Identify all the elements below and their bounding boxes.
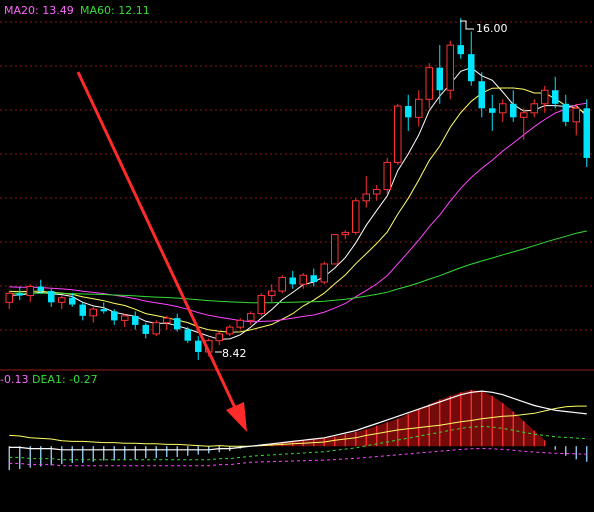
candle-body-up	[257, 295, 266, 315]
candle-body-up	[162, 317, 171, 324]
candle-body-down	[173, 318, 181, 330]
low-annotation: 8.42	[215, 347, 247, 360]
candle-body-down	[404, 106, 412, 118]
stock-chart: MA20: 13.49 MA60: 12.11 16.00 8.42 -0.13…	[0, 4, 594, 471]
candle-body-up	[519, 112, 528, 118]
candle-body-down	[457, 45, 465, 55]
candle-body-down	[509, 103, 517, 118]
candle-body-up	[330, 234, 339, 265]
candle-body-down	[68, 297, 76, 305]
high-label: 16.00	[476, 22, 508, 35]
low-label: 8.42	[222, 347, 247, 360]
candle-body-up	[530, 103, 539, 114]
candle-body-up	[540, 89, 549, 105]
ma10-line	[9, 87, 588, 333]
candle-body-down	[478, 81, 486, 109]
ma-dashed-magenta	[9, 447, 587, 467]
candles	[5, 18, 591, 361]
candle-body-up	[299, 274, 308, 285]
candle-body-down	[289, 277, 297, 285]
high-annotation: 16.00	[460, 20, 508, 35]
candle-body-up	[372, 189, 381, 195]
candle-body-down	[47, 291, 55, 303]
candle-body-up	[446, 44, 455, 91]
candle-body-down	[488, 108, 496, 113]
legend-ma60: MA60: 12.11	[80, 4, 150, 17]
candle-body-down	[100, 309, 108, 312]
candle-body-up	[152, 322, 161, 335]
candle-body-up	[341, 231, 350, 236]
main-legend: MA20: 13.49 MA60: 12.11	[4, 4, 150, 17]
arrow-head	[226, 402, 247, 432]
candle-body-down	[131, 315, 139, 325]
candle-body-down	[194, 340, 202, 352]
candle-body-down	[551, 90, 559, 104]
candle-body-down	[184, 329, 192, 341]
candle-body-up	[57, 297, 66, 303]
candle-body-up	[267, 290, 276, 297]
candle-body-up	[425, 67, 434, 100]
legend-dif: -0.13	[0, 373, 28, 386]
candle-body-up	[393, 105, 402, 163]
candle-body-up	[320, 263, 329, 283]
legend-ma20: MA20: 13.49	[4, 4, 74, 17]
candle-body-up	[215, 333, 224, 342]
macd-histogram	[8, 389, 588, 471]
arrow-shaft	[76, 71, 238, 411]
candle-body-down	[16, 293, 24, 296]
candle-body-down	[37, 286, 45, 292]
candle-body-up	[246, 313, 255, 321]
candle-body-up	[236, 319, 245, 328]
main-grid	[0, 21, 594, 331]
candle-body-down	[583, 108, 591, 158]
candle-body-up	[89, 308, 98, 317]
legend-dea: DEA1: -0.27	[32, 373, 98, 386]
candle-body-down	[310, 275, 318, 283]
candle-body-up	[278, 277, 287, 292]
red-arrow	[76, 71, 247, 432]
candle-body-up	[120, 315, 129, 321]
macd-legend: -0.13 DEA1: -0.27	[0, 373, 98, 386]
candle-body-up	[383, 161, 392, 191]
candle-body-up	[498, 103, 507, 114]
candle-body-down	[110, 311, 118, 321]
candle-body-up	[572, 107, 581, 123]
candle-body-down	[562, 103, 570, 122]
candle-body-up	[414, 98, 423, 118]
candle-body-up	[26, 286, 35, 297]
candle-body-up	[362, 193, 371, 202]
candle-body-down	[467, 54, 475, 82]
candle-body-up	[225, 326, 234, 335]
candle-body-down	[436, 67, 444, 91]
candle-body-down	[79, 304, 87, 316]
candle-body-up	[5, 292, 14, 303]
candle-body-up	[351, 200, 360, 233]
candle-body-down	[142, 324, 150, 334]
